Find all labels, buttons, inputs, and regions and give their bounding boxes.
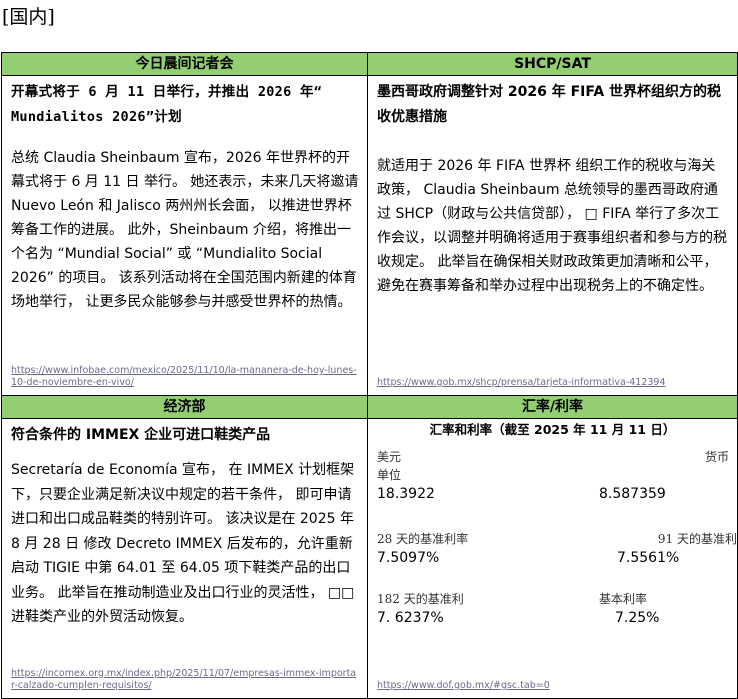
economy-cell: 符合条件的 IMMEX 企业可进口鞋类产品 Secretaría de Econ… xyxy=(1,418,368,699)
rates-link[interactable]: https://www.dof.gob.mx/#gsc.tab=0 xyxy=(377,680,729,692)
usd-block: 美元 单位 18.3922 xyxy=(377,448,617,504)
t28-label: 28 天的基准利率 xyxy=(377,532,469,546)
press-cell: 开幕式将于 6 月 11 日举行，并推出 2026 年“ Mundialitos… xyxy=(1,75,368,396)
economy-body: Secretaría de Economía 宣布， 在 IMMEX 计划框架下… xyxy=(11,462,355,625)
base-value: 7.25% xyxy=(615,610,660,626)
t28-block: 28 天的基准利率 7.5097% xyxy=(377,530,617,568)
economy-link[interactable]: https://incomex.org.mx/index.php/2025/11… xyxy=(11,668,359,692)
t182-label: 182 天的基准利 xyxy=(377,592,464,606)
shcp-cell: 墨西哥政府调整针对 2026 年 FIFA 世界杯组织方的税收优惠措施 就适用于… xyxy=(367,75,738,396)
t28-value: 7.5097% xyxy=(377,550,440,566)
rates-row-tiie-long: 182 天的基准利 7. 6237% 基本利率 7.25% xyxy=(377,590,729,650)
rates-row-fx: 美元 单位 18.3922 货币 8.587359 xyxy=(377,448,729,530)
usd-value: 18.3922 xyxy=(377,486,435,502)
press-title: 开幕式将于 6 月 11 日举行，并推出 2026 年“ Mundialitos… xyxy=(11,80,359,130)
press-header: 今日晨间记者会 xyxy=(1,52,368,76)
udi-label: 货币 xyxy=(704,450,729,464)
rates-header: 汇率/利率 xyxy=(367,395,738,419)
rates-title: 汇率和利率（截至 2025 年 11 月 11 日） xyxy=(429,422,676,437)
t91-label: 91 天的基准利率 xyxy=(657,532,738,546)
economy-header: 经济部 xyxy=(1,395,368,419)
press-body: 总统 Claudia Sheinbaum 宣布，2026 年世界杯的开幕式将于 … xyxy=(11,150,359,310)
shcp-title: 墨西哥政府调整针对 2026 年 FIFA 世界杯组织方的税收优惠措施 xyxy=(377,84,722,125)
shcp-body: 就适用于 2026 年 FIFA 世界杯 组织工作的税收与海关政策， Claud… xyxy=(377,158,727,294)
rates-row-tiie-short: 28 天的基准利率 7.5097% 91 天的基准利率 7.5561% xyxy=(377,530,738,590)
rates-cell: 汇率和利率（截至 2025 年 11 月 11 日） 美元 单位 18.3922… xyxy=(367,418,738,699)
usd-label-2: 单位 xyxy=(377,468,402,482)
press-title-line1: 开幕式将于 6 月 11 日举行，并推出 2026 年“ xyxy=(11,84,323,100)
udi-block: 货币 8.587359 xyxy=(599,448,729,504)
economy-title: 符合条件的 IMMEX 企业可进口鞋类产品 xyxy=(11,427,271,443)
udi-value: 8.587359 xyxy=(599,486,666,502)
shcp-header: SHCP/SAT xyxy=(367,52,738,76)
shcp-link[interactable]: https://www.gob.mx/shcp/prensa/tarjeta-i… xyxy=(377,377,729,389)
base-label: 基本利率 xyxy=(599,592,648,606)
page-heading: [国内] xyxy=(2,6,55,28)
usd-label-1: 美元 xyxy=(377,450,402,464)
base-block: 基本利率 7.25% xyxy=(599,590,719,628)
t182-value: 7. 6237% xyxy=(377,610,444,626)
t91-value: 7.5561% xyxy=(617,550,680,566)
t91-block: 91 天的基准利率 7.5561% xyxy=(617,530,738,568)
press-title-line2: Mundialitos 2026”计划 xyxy=(11,109,182,125)
t182-block: 182 天的基准利 7. 6237% xyxy=(377,590,617,628)
news-grid: 今日晨间记者会 SHCP/SAT 开幕式将于 6 月 11 日举行，并推出 20… xyxy=(1,52,738,699)
press-link[interactable]: https://www.infobae.com/mexico/2025/11/1… xyxy=(11,365,359,389)
